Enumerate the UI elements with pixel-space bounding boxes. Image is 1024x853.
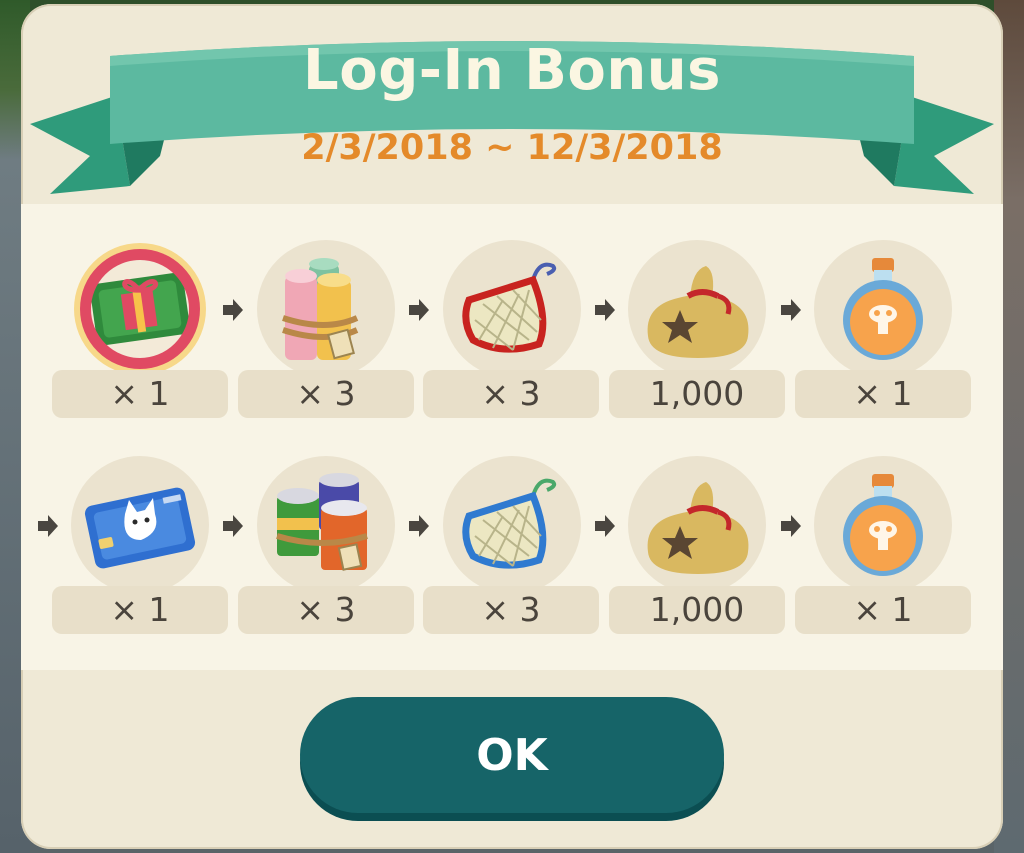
reward-slot [257, 240, 395, 378]
arrow-right-icon [36, 514, 60, 538]
paint-cans-icon [276, 473, 368, 571]
reward-quantity: × 3 [238, 370, 414, 418]
gift-ticket-icon [74, 243, 206, 375]
reward-quantity: × 3 [238, 586, 414, 634]
essence-bottle-icon [843, 474, 923, 576]
reward-slot [628, 240, 766, 378]
reward-quantity: × 1 [795, 370, 971, 418]
reward-slot [257, 456, 395, 594]
arrow-right-icon [221, 514, 245, 538]
red-net-icon [462, 262, 557, 353]
bells-bag-icon [647, 482, 749, 574]
ok-button[interactable]: OK [300, 697, 724, 813]
blue-net-icon [462, 478, 557, 569]
arrow-right-icon [593, 514, 617, 538]
reward-quantity: × 3 [423, 586, 599, 634]
reward-quantity: × 3 [423, 370, 599, 418]
reward-slot [71, 240, 209, 378]
reward-slot [443, 456, 581, 594]
arrow-right-icon [407, 514, 431, 538]
arrow-right-icon [593, 298, 617, 322]
reward-slot [71, 456, 209, 594]
arrow-right-icon [779, 298, 803, 322]
bells-bag-icon [647, 266, 749, 358]
reward-quantity: 1,000 [609, 370, 785, 418]
reward-quantity: × 1 [52, 370, 228, 418]
reward-quantity: × 1 [52, 586, 228, 634]
reward-slot [814, 240, 952, 378]
reward-quantity: 1,000 [609, 586, 785, 634]
reward-slot [443, 240, 581, 378]
bonus-date-range: 2/3/2018 ~ 12/3/2018 [301, 128, 723, 168]
cat-ticket-card-icon [84, 487, 196, 569]
reward-slot [628, 456, 766, 594]
arrow-right-icon [779, 514, 803, 538]
dialog-title: Log-In Bonus [303, 38, 721, 103]
reward-slot [814, 456, 952, 594]
arrow-right-icon [407, 298, 431, 322]
essence-bottle-icon [843, 258, 923, 360]
arrow-right-icon [221, 298, 245, 322]
reward-quantity: × 1 [795, 586, 971, 634]
fabric-rolls-icon [282, 258, 359, 360]
